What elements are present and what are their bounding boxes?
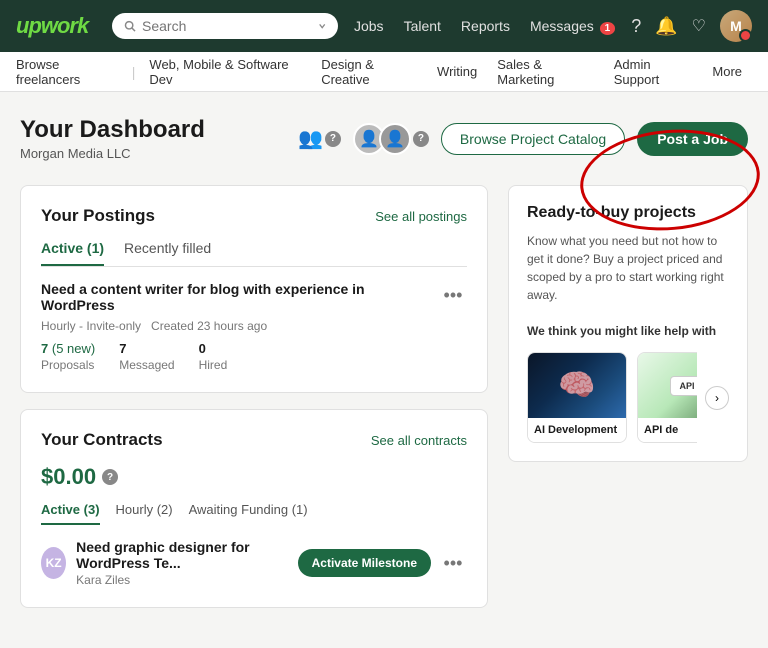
job-meta: Hourly - Invite-only Created 23 hours ag… [41,319,439,333]
left-column: Your Postings See all postings Active (1… [20,185,488,624]
sales-link[interactable]: Sales & Marketing [487,52,603,91]
contract-row: KZ Need graphic designer for WordPress T… [41,539,467,587]
notification-icon[interactable]: 🔔 [655,16,677,37]
contracts-header: Your Contracts See all contracts [41,430,467,450]
help-icon[interactable]: ? [631,16,641,37]
postings-title: Your Postings [41,206,155,226]
contracts-subtabs: Active (3) Hourly (2) Awaiting Funding (… [41,502,467,525]
api-card-label: API de [638,418,697,442]
search-icon [124,19,136,33]
api-card-inner: API [670,376,697,396]
see-all-contracts-link[interactable]: See all contracts [371,433,467,448]
search-bar[interactable] [112,13,338,39]
contract-more-button[interactable]: ••• [439,549,467,577]
postings-header: Your Postings See all postings [41,206,467,226]
right-column: Ready-to-buy projects Know what you need… [508,185,748,624]
messages-badge: 1 [600,22,616,35]
dashboard-header: Your Dashboard Morgan Media LLC 👥 ? 👤 👤 … [20,116,748,161]
api-card[interactable]: API API de [637,352,697,443]
sidebar-description: Know what you need but not how to get it… [527,232,729,340]
hired-stat: 0 Hired [199,341,228,372]
web-dev-link[interactable]: Web, Mobile & Software Dev [139,52,311,91]
browse-freelancers-link[interactable]: Browse freelancers [16,52,128,91]
contracts-title: Your Contracts [41,430,163,450]
contract-name: Need graphic designer for WordPress Te..… [76,539,297,571]
proposals-label: Proposals [41,358,95,372]
sidebar-title: Ready-to-buy projects [527,204,729,222]
search-input[interactable] [142,18,312,34]
page-title: Your Dashboard [20,116,205,144]
tab-recently-filled[interactable]: Recently filled [124,240,211,266]
jobs-link[interactable]: Jobs [354,18,384,34]
postings-tabs: Active (1) Recently filled [41,240,467,267]
job-info: Need a content writer for blog with expe… [41,281,439,372]
contracts-amount: $0.00 ? [41,464,467,490]
content-grid: Your Postings See all postings Active (1… [20,185,748,624]
avatar[interactable]: M [720,10,752,42]
admin-support-link[interactable]: Admin Support [604,52,703,91]
tab-active-contracts[interactable]: Active (3) [41,502,100,525]
project-cards-list: AI Development API API de [527,352,697,443]
chevron-down-icon [318,21,326,31]
job-stats: 7 (5 new) Proposals 7 Messaged [41,341,439,372]
design-link[interactable]: Design & Creative [311,52,427,91]
team-icon-group: 👥 ? [298,126,341,151]
contract-avatar: KZ [41,547,66,579]
sidebar-card: Ready-to-buy projects Know what you need… [508,185,748,462]
more-link[interactable]: More [702,52,752,91]
reports-link[interactable]: Reports [461,18,510,34]
upwork-logo[interactable]: upwork [16,13,88,39]
team-avatar-2: 👤 [379,123,411,155]
messaged-label: Messaged [119,358,174,372]
hired-label: Hired [199,358,228,372]
contracts-card: Your Contracts See all contracts $0.00 ?… [20,409,488,608]
dashboard-title-block: Your Dashboard Morgan Media LLC [20,116,205,161]
messaged-value: 7 [119,341,174,356]
tab-awaiting-funding[interactable]: Awaiting Funding (1) [189,502,308,525]
activate-milestone-button[interactable]: Activate Milestone [298,549,431,577]
contracts-help-icon[interactable]: ? [102,469,118,485]
tab-hourly[interactable]: Hourly (2) [116,502,173,525]
post-job-button[interactable]: Post a Job [637,122,748,156]
top-navigation: upwork Jobs Talent Reports Messages 1 ? … [0,0,768,52]
avatars-group: 👤 👤 ? [353,123,429,155]
job-row: Need a content writer for blog with expe… [41,281,467,372]
contract-person: Kara Ziles [76,573,297,587]
writing-link[interactable]: Writing [427,52,487,91]
messaged-stat: 7 Messaged [119,341,174,372]
browse-catalog-button[interactable]: Browse Project Catalog [441,123,625,155]
see-all-postings-link[interactable]: See all postings [375,209,467,224]
company-name: Morgan Media LLC [20,146,205,161]
team-help-icon[interactable]: ? [325,131,341,147]
carousel-next-button[interactable]: › [705,386,729,410]
messages-link[interactable]: Messages 1 [530,18,615,34]
job-title: Need a content writer for blog with expe… [41,281,439,313]
avatars-help-icon[interactable]: ? [413,131,429,147]
nav-links: Jobs Talent Reports Messages 1 [354,18,615,34]
talent-link[interactable]: Talent [404,18,441,34]
nav-icons: ? 🔔 ♡ M [631,10,752,42]
project-carousel: AI Development API API de › [527,352,729,443]
ai-card-image [528,353,626,418]
job-more-button[interactable]: ••• [439,281,467,309]
proposals-stat: 7 (5 new) Proposals [41,341,95,372]
dashboard-actions: 👥 ? 👤 👤 ? Browse Project Catalog Post a … [298,122,748,156]
contract-details: Need graphic designer for WordPress Te..… [76,539,297,587]
heart-icon[interactable]: ♡ [692,16,706,36]
hired-value: 0 [199,341,228,356]
proposals-value: 7 (5 new) [41,341,95,356]
ai-development-card[interactable]: AI Development [527,352,627,443]
people-icon: 👥 [298,126,323,151]
postings-card: Your Postings See all postings Active (1… [20,185,488,393]
contract-info: KZ Need graphic designer for WordPress T… [41,539,298,587]
nav-divider: | [128,64,140,80]
secondary-navigation: Browse freelancers | Web, Mobile & Softw… [0,52,768,92]
api-card-image: API [638,353,697,418]
ai-card-label: AI Development [528,418,626,442]
tab-active-postings[interactable]: Active (1) [41,240,104,266]
main-content: Your Dashboard Morgan Media LLC 👥 ? 👤 👤 … [0,92,768,648]
